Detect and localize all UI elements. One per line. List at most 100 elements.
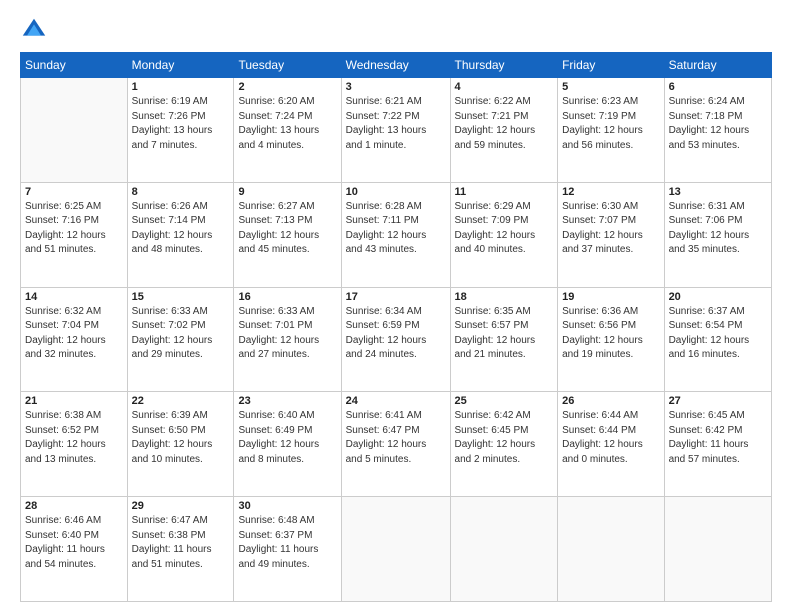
cell-date-number: 17 [346, 291, 446, 303]
calendar-cell: 27 Sunrise: 6:45 AM Sunset: 6:42 PM Dayli… [664, 392, 771, 497]
cell-date-number: 21 [25, 395, 123, 407]
cell-info: Sunrise: 6:46 AM Sunset: 6:40 PM Dayligh… [25, 514, 123, 572]
cell-date-number: 25 [455, 395, 554, 407]
calendar-cell: 24Sunrise: 6:41 AM Sunset: 6:47 PM Dayli… [341, 392, 450, 497]
calendar-cell [664, 497, 771, 602]
cell-date-number: 6 [669, 81, 767, 93]
cell-info: Sunrise: 6:23 AM Sunset: 7:19 PM Dayligh… [562, 95, 659, 153]
cell-date-number: 30 [238, 500, 336, 512]
header-day: Wednesday [341, 53, 450, 78]
calendar-cell: 19 Sunrise: 6:36 AM Sunset: 6:56 PM Dayli… [558, 287, 664, 392]
cell-date-number: 3 [346, 81, 446, 93]
cell-info: Sunrise: 6:21 AM Sunset: 7:22 PM Dayligh… [346, 95, 446, 153]
cell-date-number: 9 [238, 186, 336, 198]
header-day: Thursday [450, 53, 558, 78]
cell-date-number: 1 [132, 81, 230, 93]
calendar-cell: 25 Sunrise: 6:42 AM Sunset: 6:45 PM Dayli… [450, 392, 558, 497]
logo [20, 16, 52, 44]
calendar-week-row: 7 Sunrise: 6:25 AM Sunset: 7:16 PM Daylig… [21, 182, 772, 287]
calendar-table: SundayMondayTuesdayWednesdayThursdayFrid… [20, 52, 772, 602]
page: SundayMondayTuesdayWednesdayThursdayFrid… [0, 0, 792, 612]
cell-info: Sunrise: 6:39 AM Sunset: 6:50 PM Dayligh… [132, 409, 230, 467]
calendar-cell: 14 Sunrise: 6:32 AM Sunset: 7:04 PM Dayli… [21, 287, 128, 392]
cell-info: Sunrise: 6:33 AM Sunset: 7:01 PM Dayligh… [238, 305, 336, 363]
cell-info: Sunrise: 6:45 AM Sunset: 6:42 PM Dayligh… [669, 409, 767, 467]
cell-info: Sunrise: 6:27 AM Sunset: 7:13 PM Dayligh… [238, 200, 336, 258]
cell-info: Sunrise: 6:40 AM Sunset: 6:49 PM Dayligh… [238, 409, 336, 467]
calendar-cell: 22 Sunrise: 6:39 AM Sunset: 6:50 PM Dayli… [127, 392, 234, 497]
calendar-week-row: 28Sunrise: 6:46 AM Sunset: 6:40 PM Dayli… [21, 497, 772, 602]
calendar-cell: 10 Sunrise: 6:28 AM Sunset: 7:11 PM Dayli… [341, 182, 450, 287]
calendar-cell [558, 497, 664, 602]
cell-date-number: 13 [669, 186, 767, 198]
cell-info: Sunrise: 6:32 AM Sunset: 7:04 PM Dayligh… [25, 305, 123, 363]
calendar-week-row: 21 Sunrise: 6:38 AM Sunset: 6:52 PM Dayli… [21, 392, 772, 497]
calendar-cell [341, 497, 450, 602]
calendar-cell: 18Sunrise: 6:35 AM Sunset: 6:57 PM Dayli… [450, 287, 558, 392]
cell-date-number: 11 [455, 186, 554, 198]
calendar-cell: 3 Sunrise: 6:21 AM Sunset: 7:22 PM Daylig… [341, 78, 450, 183]
calendar-body: 1Sunrise: 6:19 AM Sunset: 7:26 PM Daylig… [21, 78, 772, 602]
header-day: Tuesday [234, 53, 341, 78]
calendar-cell [450, 497, 558, 602]
cell-date-number: 18 [455, 291, 554, 303]
calendar-cell: 17 Sunrise: 6:34 AM Sunset: 6:59 PM Dayli… [341, 287, 450, 392]
cell-date-number: 10 [346, 186, 446, 198]
cell-info: Sunrise: 6:22 AM Sunset: 7:21 PM Dayligh… [455, 95, 554, 153]
calendar-cell: 7 Sunrise: 6:25 AM Sunset: 7:16 PM Daylig… [21, 182, 128, 287]
cell-date-number: 23 [238, 395, 336, 407]
calendar-cell: 9 Sunrise: 6:27 AM Sunset: 7:13 PM Daylig… [234, 182, 341, 287]
cell-info: Sunrise: 6:24 AM Sunset: 7:18 PM Dayligh… [669, 95, 767, 153]
cell-date-number: 19 [562, 291, 659, 303]
calendar-cell: 11 Sunrise: 6:29 AM Sunset: 7:09 PM Dayli… [450, 182, 558, 287]
cell-date-number: 8 [132, 186, 230, 198]
header-day: Saturday [664, 53, 771, 78]
cell-date-number: 12 [562, 186, 659, 198]
cell-info: Sunrise: 6:31 AM Sunset: 7:06 PM Dayligh… [669, 200, 767, 258]
calendar-cell: 28Sunrise: 6:46 AM Sunset: 6:40 PM Dayli… [21, 497, 128, 602]
header [20, 16, 772, 44]
cell-info: Sunrise: 6:37 AM Sunset: 6:54 PM Dayligh… [669, 305, 767, 363]
logo-icon [20, 16, 48, 44]
cell-info: Sunrise: 6:42 AM Sunset: 6:45 PM Dayligh… [455, 409, 554, 467]
header-day: Monday [127, 53, 234, 78]
cell-info: Sunrise: 6:29 AM Sunset: 7:09 PM Dayligh… [455, 200, 554, 258]
calendar-cell: 21 Sunrise: 6:38 AM Sunset: 6:52 PM Dayli… [21, 392, 128, 497]
cell-date-number: 15 [132, 291, 230, 303]
calendar-cell: 4Sunrise: 6:22 AM Sunset: 7:21 PM Daylig… [450, 78, 558, 183]
cell-info: Sunrise: 6:28 AM Sunset: 7:11 PM Dayligh… [346, 200, 446, 258]
calendar-week-row: 1Sunrise: 6:19 AM Sunset: 7:26 PM Daylig… [21, 78, 772, 183]
cell-date-number: 7 [25, 186, 123, 198]
header-day: Sunday [21, 53, 128, 78]
calendar-cell: 12 Sunrise: 6:30 AM Sunset: 7:07 PM Dayli… [558, 182, 664, 287]
calendar-cell: 6 Sunrise: 6:24 AM Sunset: 7:18 PM Daylig… [664, 78, 771, 183]
cell-info: Sunrise: 6:20 AM Sunset: 7:24 PM Dayligh… [238, 95, 336, 153]
cell-date-number: 29 [132, 500, 230, 512]
calendar-cell: 5Sunrise: 6:23 AM Sunset: 7:19 PM Daylig… [558, 78, 664, 183]
cell-date-number: 22 [132, 395, 230, 407]
header-day: Friday [558, 53, 664, 78]
calendar-cell: 23 Sunrise: 6:40 AM Sunset: 6:49 PM Dayli… [234, 392, 341, 497]
cell-date-number: 27 [669, 395, 767, 407]
cell-info: Sunrise: 6:30 AM Sunset: 7:07 PM Dayligh… [562, 200, 659, 258]
calendar-week-row: 14 Sunrise: 6:32 AM Sunset: 7:04 PM Dayli… [21, 287, 772, 392]
cell-date-number: 14 [25, 291, 123, 303]
cell-info: Sunrise: 6:48 AM Sunset: 6:37 PM Dayligh… [238, 514, 336, 572]
cell-date-number: 16 [238, 291, 336, 303]
cell-info: Sunrise: 6:47 AM Sunset: 6:38 PM Dayligh… [132, 514, 230, 572]
cell-date-number: 2 [238, 81, 336, 93]
calendar-cell: 2 Sunrise: 6:20 AM Sunset: 7:24 PM Daylig… [234, 78, 341, 183]
calendar-cell [21, 78, 128, 183]
cell-info: Sunrise: 6:38 AM Sunset: 6:52 PM Dayligh… [25, 409, 123, 467]
cell-info: Sunrise: 6:36 AM Sunset: 6:56 PM Dayligh… [562, 305, 659, 363]
cell-date-number: 26 [562, 395, 659, 407]
calendar-cell: 8 Sunrise: 6:26 AM Sunset: 7:14 PM Daylig… [127, 182, 234, 287]
cell-info: Sunrise: 6:26 AM Sunset: 7:14 PM Dayligh… [132, 200, 230, 258]
cell-info: Sunrise: 6:34 AM Sunset: 6:59 PM Dayligh… [346, 305, 446, 363]
calendar-cell: 29 Sunrise: 6:47 AM Sunset: 6:38 PM Dayli… [127, 497, 234, 602]
calendar-cell: 20 Sunrise: 6:37 AM Sunset: 6:54 PM Dayli… [664, 287, 771, 392]
cell-date-number: 20 [669, 291, 767, 303]
calendar-cell: 15Sunrise: 6:33 AM Sunset: 7:02 PM Dayli… [127, 287, 234, 392]
cell-info: Sunrise: 6:41 AM Sunset: 6:47 PM Dayligh… [346, 409, 446, 467]
cell-info: Sunrise: 6:25 AM Sunset: 7:16 PM Dayligh… [25, 200, 123, 258]
